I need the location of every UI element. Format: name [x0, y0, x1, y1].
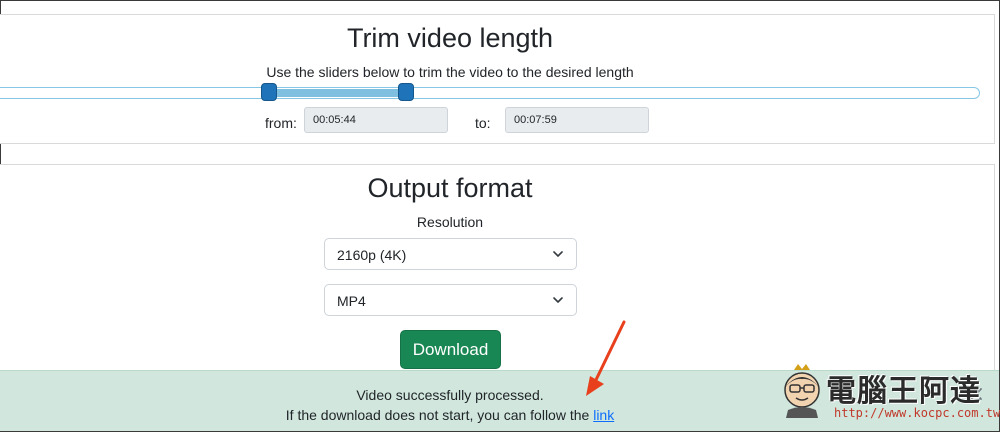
watermark: 電腦王阿達 http://www.kocpc.com.tw: [780, 360, 1000, 428]
trim-slider-range: [269, 89, 406, 97]
output-card: Output format Resolution 2160p (4K) MP4 …: [0, 164, 995, 374]
output-title: Output format: [367, 173, 533, 203]
to-time-field[interactable]: 00:07:59: [505, 107, 649, 133]
trim-card: Trim video length Use the sliders below …: [0, 14, 995, 144]
from-time-field[interactable]: 00:05:44: [304, 107, 448, 133]
download-button[interactable]: Download: [400, 330, 501, 369]
trim-slider-track[interactable]: [0, 87, 980, 99]
format-select-value: MP4: [337, 293, 366, 309]
trim-subtitle: Use the sliders below to trim the video …: [266, 64, 634, 80]
alert-link-line: If the download does not start, you can …: [0, 407, 900, 423]
format-select[interactable]: MP4: [324, 284, 577, 316]
trim-start-handle[interactable]: [261, 83, 277, 101]
resolution-label: Resolution: [416, 214, 484, 230]
alert-link-prefix: If the download does not start, you can …: [285, 407, 594, 423]
mascot-logo-icon: [784, 364, 820, 418]
trim-end-handle[interactable]: [398, 83, 414, 101]
watermark-url: http://www.kocpc.com.tw: [834, 406, 1000, 420]
annotation-arrow-icon: [586, 320, 626, 396]
trim-title: Trim video length: [346, 23, 554, 53]
alert-message: Video successfully processed.: [356, 387, 544, 403]
watermark-brand: 電腦王阿達: [826, 374, 981, 409]
from-label: from:: [265, 115, 297, 131]
chevron-down-icon: [553, 297, 563, 303]
resolution-select[interactable]: 2160p (4K): [324, 238, 577, 270]
to-label: to:: [475, 115, 491, 131]
chevron-down-icon: [553, 251, 563, 257]
download-link[interactable]: link: [593, 407, 614, 423]
resolution-select-value: 2160p (4K): [337, 247, 407, 263]
